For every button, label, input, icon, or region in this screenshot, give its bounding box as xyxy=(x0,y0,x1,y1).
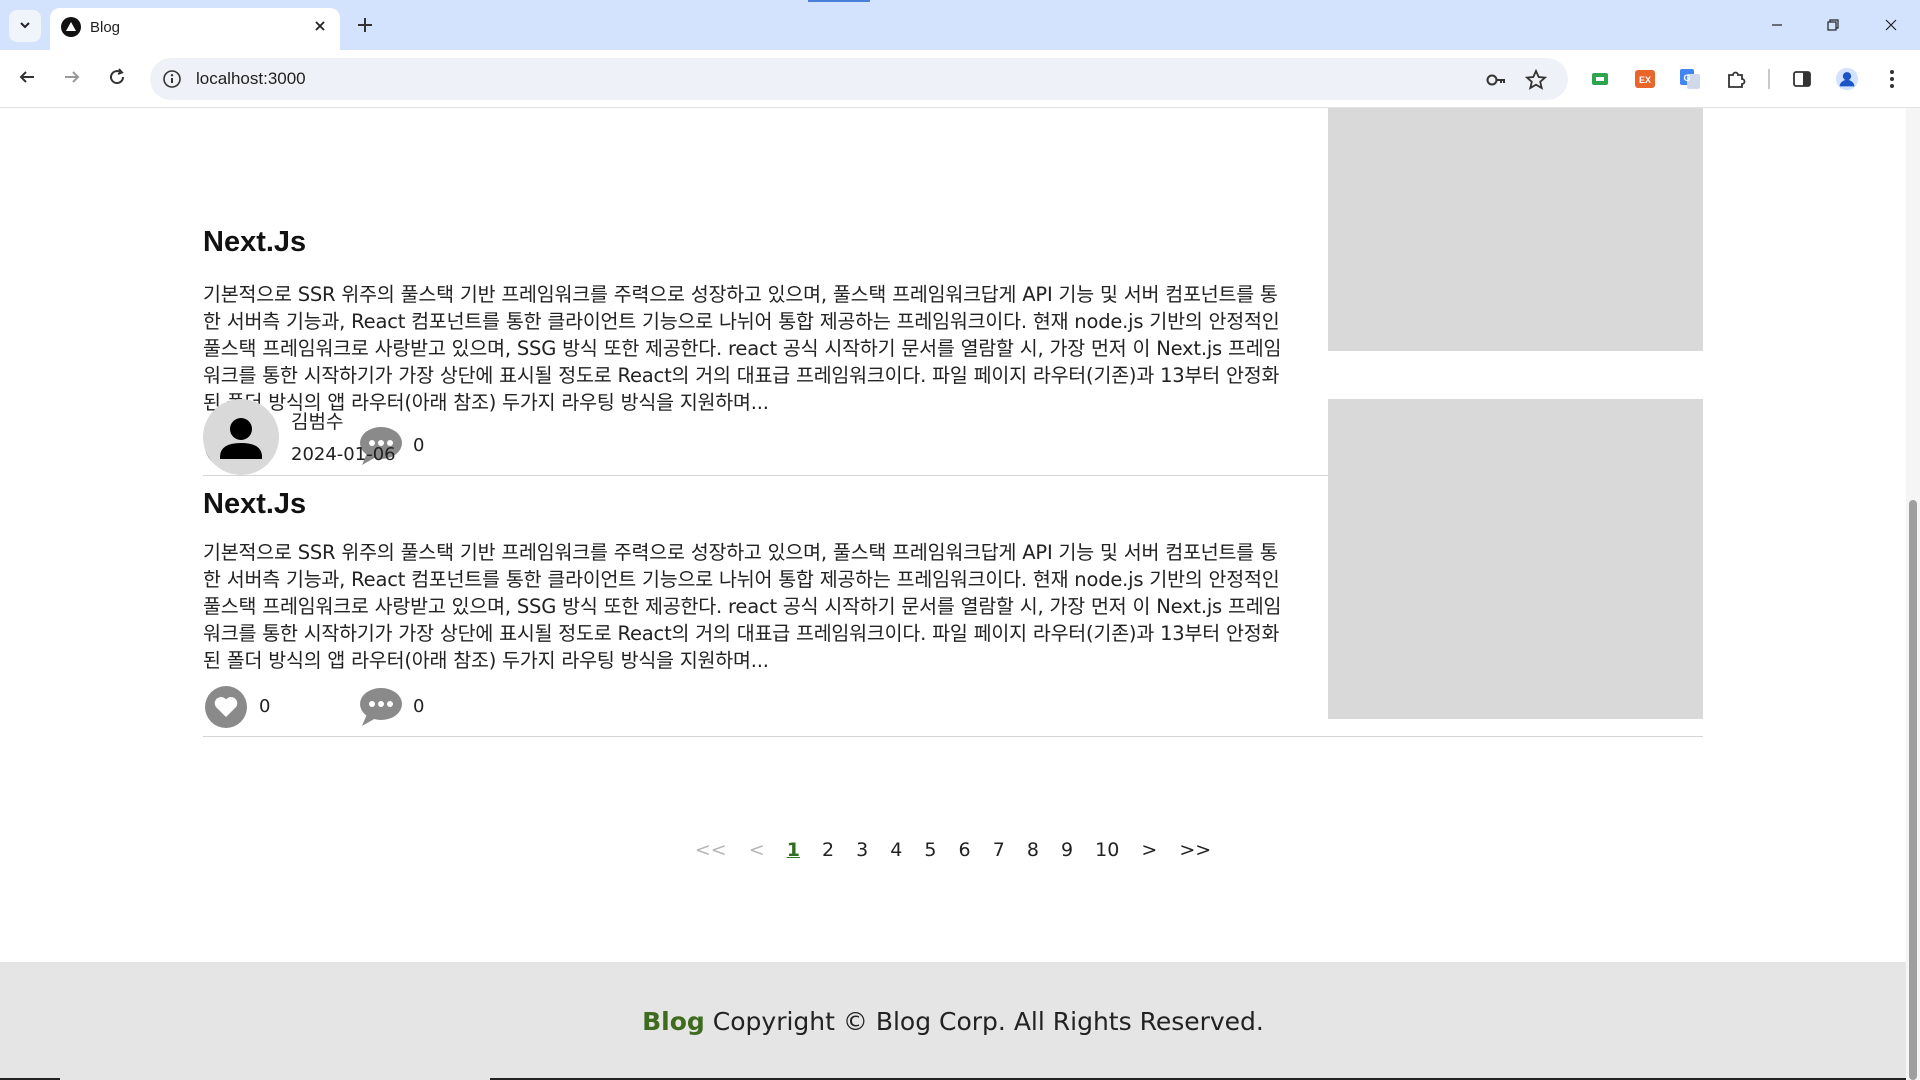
like-count: 0 xyxy=(259,696,271,717)
post-thumbnail[interactable] xyxy=(1328,108,1703,351)
reload-button[interactable] xyxy=(99,61,135,97)
post-thumbnail[interactable] xyxy=(1328,399,1703,719)
forward-button[interactable] xyxy=(54,61,90,97)
page-button[interactable]: 8 xyxy=(1027,839,1039,861)
scrollbar-thumb[interactable] xyxy=(1909,500,1917,1080)
svg-text:G: G xyxy=(1683,73,1690,83)
comment-count: 0 xyxy=(413,696,425,717)
translate-icon[interactable]: G xyxy=(1678,67,1702,91)
page-button-current[interactable]: 1 xyxy=(787,839,800,861)
page-button[interactable]: 2 xyxy=(822,839,834,861)
key-icon[interactable] xyxy=(1484,68,1508,92)
post-title[interactable]: Next.Js xyxy=(203,226,306,259)
tab-search-button[interactable] xyxy=(9,10,41,42)
arrow-right-icon xyxy=(63,68,81,90)
address-bar[interactable]: localhost:3000 xyxy=(150,58,1568,100)
page-button[interactable]: 5 xyxy=(924,839,936,861)
post-excerpt: 기본적으로 SSR 위주의 풀스택 기반 프레임워크를 주력으로 성장하고 있으… xyxy=(203,541,1282,672)
page-last-button[interactable]: >> xyxy=(1179,839,1211,861)
page-button[interactable]: 9 xyxy=(1061,839,1073,861)
toolbar-divider xyxy=(1768,69,1770,89)
page-prev-button[interactable]: < xyxy=(749,839,765,861)
back-button[interactable] xyxy=(9,61,45,97)
minimize-button[interactable] xyxy=(1754,8,1800,42)
page-button[interactable]: 3 xyxy=(856,839,868,861)
footer-brand[interactable]: Blog xyxy=(642,1007,705,1036)
browser-tab[interactable]: Blog xyxy=(50,8,340,50)
page-first-button[interactable]: << xyxy=(695,839,727,861)
new-tab-button[interactable] xyxy=(350,10,380,40)
extension-ex-icon[interactable]: EX xyxy=(1633,67,1657,91)
browser-toolbar: localhost:3000 EX G xyxy=(0,50,1920,108)
close-window-button[interactable] xyxy=(1868,8,1914,42)
footer-copyright: Blog Copyright © Blog Corp. All Rights R… xyxy=(0,1007,1906,1036)
page-button[interactable]: 4 xyxy=(890,839,902,861)
pagination: << < 1 2 3 4 5 6 7 8 9 10 > >> xyxy=(0,839,1906,869)
page-content: Next.Js 기본적으로 SSR 위주의 풀스택 기반 프레임워크를 주력으로… xyxy=(0,108,1906,1080)
page-scrollbar[interactable] xyxy=(1906,108,1920,1080)
avatar xyxy=(203,399,279,475)
page-button[interactable]: 7 xyxy=(993,839,1005,861)
svg-text:EX: EX xyxy=(1639,75,1651,85)
post-card[interactable]: 김범수 2024-01-06 Next.Js 기본적으로 SSR 위주의 풀스택… xyxy=(203,399,1703,737)
nextjs-favicon-icon xyxy=(61,17,81,37)
site-info-icon[interactable] xyxy=(162,69,182,89)
browser-tab-strip: Blog xyxy=(0,0,1920,50)
reload-icon xyxy=(108,68,126,90)
post-date: 2024-01-06 xyxy=(291,444,396,465)
more-menu-icon[interactable] xyxy=(1880,67,1904,91)
comment-icon[interactable] xyxy=(359,686,402,728)
person-icon xyxy=(220,418,262,459)
tab-title: Blog xyxy=(90,19,121,36)
footer: Blog Copyright © Blog Corp. All Rights R… xyxy=(0,962,1906,1080)
author-name[interactable]: 김범수 xyxy=(291,407,343,434)
page-next-button[interactable]: > xyxy=(1141,839,1157,861)
chevron-down-icon xyxy=(18,17,32,36)
extension-green-icon[interactable] xyxy=(1588,67,1612,91)
extensions-puzzle-icon[interactable] xyxy=(1724,67,1748,91)
post-title[interactable]: Next.Js xyxy=(203,488,306,521)
arrow-left-icon xyxy=(18,68,36,90)
restore-button[interactable] xyxy=(1810,8,1856,42)
tab-strip-indicator xyxy=(808,0,870,2)
tab-close-icon[interactable] xyxy=(308,14,332,38)
post-excerpt: 기본적으로 SSR 위주의 풀스택 기반 프레임워크를 주력으로 성장하고 있으… xyxy=(203,283,1282,414)
side-panel-icon[interactable] xyxy=(1790,67,1814,91)
bookmark-star-icon[interactable] xyxy=(1524,68,1548,92)
page-button[interactable]: 10 xyxy=(1095,839,1119,861)
heart-icon[interactable] xyxy=(205,686,247,728)
footer-copyright-text: Copyright © Blog Corp. All Rights Reserv… xyxy=(704,1007,1264,1036)
profile-avatar-icon[interactable] xyxy=(1835,67,1859,91)
url-text[interactable]: localhost:3000 xyxy=(196,69,306,89)
page-button[interactable]: 6 xyxy=(959,839,971,861)
